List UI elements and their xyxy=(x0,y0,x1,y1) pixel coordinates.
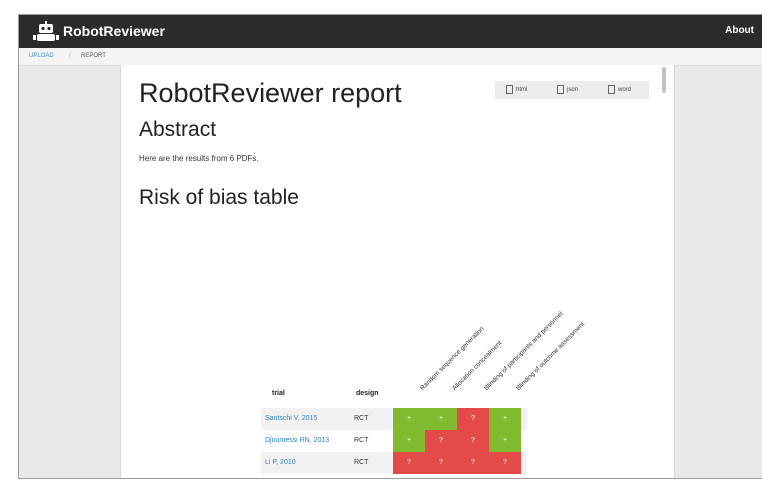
trial-column-header: trial xyxy=(272,390,285,397)
trial-link[interactable]: Djoumessi RN, 2013 xyxy=(265,437,329,444)
unclear-risk-cell: ? xyxy=(457,430,489,452)
brand-name[interactable]: RobotReviewer xyxy=(63,23,165,39)
unclear-risk-cell: ? xyxy=(457,452,489,474)
browser-frame: RobotReviewer About UPLOAD / REPORT Robo… xyxy=(18,14,762,479)
risk-of-bias-heading: Risk of bias table xyxy=(139,186,299,209)
file-icon xyxy=(506,84,513,94)
trial-link[interactable]: Li P, 2010 xyxy=(265,459,296,466)
unclear-risk-cell: ? xyxy=(425,452,457,474)
unclear-risk-cell: ? xyxy=(425,430,457,452)
breadcrumb-upload-link[interactable]: UPLOAD xyxy=(29,48,54,65)
design-column-header: design xyxy=(356,390,379,397)
report-title: RobotReviewer report xyxy=(139,78,402,108)
file-icon xyxy=(557,84,564,94)
download-word-button[interactable]: word xyxy=(608,81,631,99)
robot-logo-icon[interactable] xyxy=(33,21,59,42)
file-icon xyxy=(608,84,615,94)
design-cell: RCT xyxy=(354,415,369,422)
low-risk-cell: + xyxy=(393,408,425,430)
breadcrumb-report: REPORT xyxy=(81,53,106,59)
top-navbar: RobotReviewer About xyxy=(19,15,762,48)
download-button-group: html json word xyxy=(495,81,649,99)
scrollbar-thumb[interactable] xyxy=(662,67,666,93)
report-sheet: RobotReviewer report html json word Abst… xyxy=(120,65,675,478)
download-html-label: html xyxy=(516,87,528,93)
low-risk-cell: + xyxy=(489,408,521,430)
low-risk-cell: + xyxy=(393,430,425,452)
download-html-button[interactable]: html xyxy=(506,81,527,99)
design-cell: RCT xyxy=(354,437,369,444)
breadcrumb: UPLOAD / REPORT xyxy=(19,48,762,66)
abstract-heading: Abstract xyxy=(139,118,217,141)
low-risk-cell: + xyxy=(489,430,521,452)
domain-random-sequence-generation: Random sequence generation xyxy=(419,325,486,392)
download-json-label: json xyxy=(567,87,579,93)
unclear-risk-cell: ? xyxy=(489,452,521,474)
download-word-label: word xyxy=(618,87,632,93)
abstract-text: Here are the results from 6 PDFs. xyxy=(139,154,259,163)
download-json-button[interactable]: json xyxy=(557,81,578,99)
design-cell: RCT xyxy=(354,459,369,466)
unclear-risk-cell: ? xyxy=(393,452,425,474)
unclear-risk-cell: ? xyxy=(457,408,489,430)
trial-link[interactable]: Santschi V, 2015 xyxy=(265,415,317,422)
domain-blinding-outcome-assessment: Blinding of outcome assessment xyxy=(515,320,587,392)
about-link[interactable]: About xyxy=(725,25,754,36)
low-risk-cell: + xyxy=(425,408,457,430)
breadcrumb-separator: / xyxy=(69,53,71,59)
